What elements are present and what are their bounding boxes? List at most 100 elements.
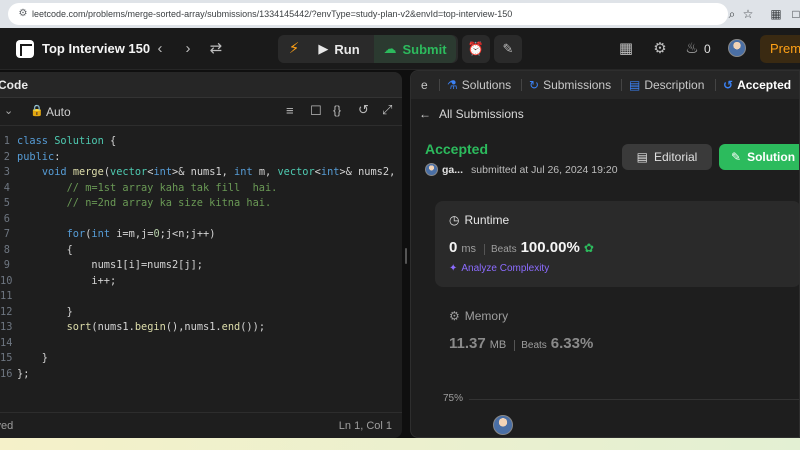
browser-toolbar: ⚙ leetcode.com/problems/merge-sorted-arr… [0, 0, 800, 28]
lock-icon: 🔒 [30, 105, 44, 117]
clock-icon: ◷ [449, 213, 460, 227]
tab-divider [521, 79, 522, 91]
run-button[interactable]: ▶ Run [306, 35, 372, 63]
cursor-position[interactable]: Ln 1, Col 1 [339, 420, 392, 432]
submit-button[interactable]: ☁ Submit [374, 35, 456, 63]
tab-description[interactable]: ▤ Description [629, 78, 704, 92]
premium-button[interactable]: Premium [760, 35, 800, 63]
code-line: 11 [0, 290, 13, 302]
history-icon: ↻ [529, 78, 540, 92]
streak-flame-icon[interactable]: ♨ [682, 39, 702, 59]
code-line: 5 // n=2nd array ka size kitna hai. [3, 197, 272, 209]
debug-icon[interactable]: ⚡ [284, 39, 304, 59]
editor-toolbar: ⌄ 🔒 Auto ≡ ☐ {} ↺ ⤢ [0, 98, 402, 126]
note-icon: ✎ [502, 41, 514, 56]
code-line: 1 class Solution { [3, 135, 117, 147]
submission-panel: e ⚗ Solutions ↻ Submissions ▤ Description ↺… [410, 70, 800, 438]
tab-search-icon[interactable]: □ [788, 6, 800, 22]
address-bar[interactable]: ⚙ leetcode.com/problems/merge-sorted-arr… [8, 3, 728, 25]
code-line: 15 } [0, 352, 48, 364]
streak-count: 0 [704, 42, 711, 56]
code-line: 3 void merge(vector<int>& nums1, int m, … [3, 166, 402, 178]
runtime-stats: 0 ms Beats 100.00% ✿ [449, 239, 594, 256]
book-icon: ▤ [636, 150, 648, 164]
code-line: 4 // m=1st array kaha tak fill hai. [3, 181, 278, 194]
panel-resize-handle[interactable] [402, 72, 410, 438]
memory-header[interactable]: ⚙ Memory [449, 309, 508, 323]
chevron-down-icon[interactable]: ⌄ [4, 104, 13, 117]
edit-icon: ✎ [731, 150, 742, 164]
runtime-card[interactable]: ◷ Runtime 0 ms Beats 100.00% ✿ ✦ Analyze… [435, 201, 799, 287]
code-line: 14 [0, 336, 13, 349]
code-line: 8 { [3, 243, 73, 256]
tab-accepted[interactable]: ↺ Accepted [723, 78, 791, 92]
my-position-avatar[interactable] [493, 415, 513, 435]
code-area[interactable]: 1 class Solution { 2 public: 3 void merge(… [0, 134, 402, 382]
arrow-left-icon: ← [419, 107, 431, 121]
url-text: leetcode.com/problems/merge-sorted-array… [32, 9, 513, 19]
format-icon[interactable]: ≡ [286, 103, 294, 118]
submitter-name[interactable]: ga... [442, 164, 463, 176]
submit-label: Submit [402, 41, 447, 57]
user-avatar[interactable] [728, 39, 746, 57]
study-plan-title[interactable]: Top Interview 150 [42, 41, 150, 56]
memory-value: 11.37 [449, 335, 486, 352]
shuffle-icon[interactable]: ⇄ [206, 39, 226, 59]
zoom-icon[interactable]: ⌕ [724, 6, 740, 22]
submission-meta: ga... submitted at Jul 26, 2024 19:20 [425, 163, 618, 176]
timer-button[interactable]: ⏰ [462, 35, 490, 63]
all-submissions-link[interactable]: ← All Submissions [419, 107, 524, 121]
run-label: Run [334, 41, 360, 57]
flask-icon: ⚗ [447, 78, 458, 92]
analyze-complexity-button[interactable]: ✦ Analyze Complexity [449, 263, 549, 274]
bookmark-icon[interactable]: ☐ [310, 103, 322, 119]
code-line: 10 i++; [0, 274, 117, 287]
submitted-at: submitted at Jul 26, 2024 19:20 [471, 163, 618, 176]
settings-gear-icon[interactable]: ⚙ [650, 39, 670, 59]
runtime-beats-value: 100.00% [520, 239, 580, 256]
taskbar-strip [0, 438, 800, 450]
cloud-upload-icon: ☁ [383, 41, 397, 56]
play-icon: ▶ [318, 41, 329, 56]
code-panel-title: Code [0, 78, 28, 92]
runtime-unit: ms [461, 243, 477, 255]
language-mode-label[interactable]: Auto [46, 105, 71, 119]
braces-icon[interactable]: {} [333, 103, 341, 117]
tab-submissions[interactable]: ↻ Submissions [529, 78, 611, 92]
submission-status: Accepted [425, 141, 489, 157]
code-editor-panel: Code ⌄ 🔒 Auto ≡ ☐ {} ↺ ⤢ 1 class Solution… [0, 72, 402, 438]
code-line: 2 public: [3, 150, 61, 163]
celebrate-icon: ✿ [583, 241, 594, 255]
panel-tabs: e ⚗ Solutions ↻ Submissions ▤ Description ↺… [411, 71, 799, 99]
distribution-tick-label: 75% [443, 393, 464, 404]
runtime-value: 0 [449, 239, 458, 256]
notes-button[interactable]: ✎ [494, 35, 522, 63]
code-line: 6 [3, 212, 10, 225]
bookmark-star-icon[interactable]: ☆ [740, 6, 756, 22]
runtime-beats-label: Beats [484, 244, 517, 255]
problem-list-icon[interactable] [16, 40, 34, 58]
next-problem-icon[interactable]: › [178, 39, 198, 59]
reset-icon[interactable]: ↺ [358, 102, 369, 118]
runtime-header: ◷ Runtime [449, 213, 510, 227]
code-line: 7 for(int i=m,j=0;j<n;j++) [3, 228, 216, 240]
tab-solutions[interactable]: ⚗ Solutions [447, 78, 511, 92]
layout-grid-icon[interactable]: ▦ [616, 39, 636, 59]
distribution-gridline [469, 399, 799, 400]
tab-divider [439, 79, 440, 91]
prev-problem-icon[interactable]: ‹ [150, 39, 170, 59]
solution-button[interactable]: ✎ Solution [719, 144, 799, 170]
clock-back-icon: ↺ [723, 78, 734, 92]
code-line: 16}; [0, 367, 30, 380]
code-line: 9 nums1[i]=nums2[j]; [3, 259, 203, 271]
tab-partial[interactable]: e [421, 78, 428, 92]
saved-status: Saved [0, 420, 14, 432]
memory-chip-icon: ⚙ [449, 309, 460, 323]
expand-icon[interactable]: ⤢ [382, 102, 392, 118]
site-info-icon[interactable]: ⚙ [17, 8, 29, 20]
tab-divider [621, 79, 622, 91]
submitter-avatar[interactable] [425, 163, 438, 176]
extensions-icon[interactable]: ▦ [768, 6, 784, 22]
editorial-button[interactable]: ▤ Editorial [622, 144, 712, 170]
memory-beats-value: 6.33% [550, 335, 594, 352]
